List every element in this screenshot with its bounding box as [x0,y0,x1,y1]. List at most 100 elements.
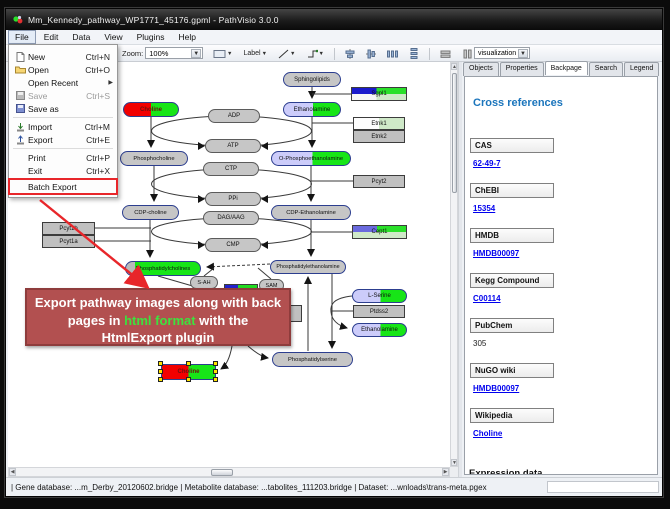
scroll-right-icon[interactable]: ▶ [442,468,449,476]
distribute-vertical-button[interactable] [406,46,422,61]
file-menu-export[interactable]: ExportCtrl+E [10,133,116,146]
visualization-combobox[interactable]: visualization ▼ [474,47,530,59]
pathway-node-cept1[interactable]: Cept1 [352,225,407,239]
xref-link[interactable]: HMDB00097 [473,249,519,258]
chevron-down-icon[interactable]: ▼ [290,51,295,57]
common-width-button[interactable] [437,47,454,61]
scroll-down-icon[interactable]: ▼ [451,459,457,466]
selection-handle[interactable] [158,361,163,366]
selection-handle[interactable] [186,361,191,366]
zoom-combobox[interactable]: 100% ▼ [145,47,203,59]
tab-properties[interactable]: Properties [500,62,544,76]
pathway-node-ptdss2[interactable]: Ptdss2 [353,305,405,318]
menubar-item-help[interactable]: Help [173,31,202,43]
file-menu-print[interactable]: PrintCtrl+P [10,151,116,164]
chevron-down-icon[interactable]: ▼ [319,51,324,57]
pathway-node-ethanolamine-top[interactable]: Ethanolamine [283,102,341,117]
pathway-node-pcyt1a[interactable]: Pcyt1a [42,235,95,248]
file-menu-new[interactable]: NewCtrl+N [10,50,116,63]
pathway-node-pcyt1b[interactable]: Pcyt1b [42,222,95,235]
file-menu-open-recent[interactable]: Open Recent▶ [10,76,116,89]
pathway-node-phosphatidylethanolamine[interactable]: Phosphatidylethanolamine [270,260,346,274]
selection-handle[interactable] [213,377,218,382]
selection-handle[interactable] [158,369,163,374]
status-text: | Gene database: ...m_Derby_20120602.bri… [11,483,487,492]
pathway-node-pcyt2[interactable]: Pcyt2 [353,175,405,188]
import-icon [13,122,28,132]
pathway-node-ethanolamine-lower[interactable]: Ethanolamine [352,323,407,337]
align-vertical-center-button[interactable] [363,47,379,61]
line-button[interactable]: ▼ [275,47,298,61]
scroll-up-icon[interactable]: ▲ [451,63,457,70]
pathway-node-choline-top[interactable]: Choline [123,102,179,117]
pathway-node-cdp-ethanolamine[interactable]: CDP-Ethanolamine [271,205,351,220]
xref-source-title: Kegg Compound [470,273,554,288]
selection-handle[interactable] [158,377,163,382]
pathway-node-etnk1[interactable]: Etnk1 [353,117,405,130]
menubar-item-file[interactable]: File [8,30,36,44]
file-menu-open[interactable]: OpenCtrl+O [10,63,116,76]
chevron-down-icon[interactable]: ▼ [518,49,528,58]
align-horizontal-center-button[interactable] [342,47,358,61]
backpage-content[interactable]: Cross references CAS62-49-7ChEBI15354HMD… [464,76,658,475]
xref-link[interactable]: Choline [473,429,502,438]
pathway-node-adp[interactable]: ADP [208,109,260,123]
menubar-item-plugins[interactable]: Plugins [131,31,171,43]
datanode-button[interactable]: ▼ [210,47,235,61]
xref-link[interactable]: 15354 [473,204,495,213]
xref-section-cas: CAS62-49-7 [470,138,650,171]
file-menu-batch-export[interactable]: Batch Export [10,180,116,193]
menubar-item-view[interactable]: View [98,31,128,43]
file-menu-item-label: Open Recent [28,78,78,88]
selection-handle[interactable] [213,369,218,374]
vertical-scroll-thumb[interactable] [452,73,457,193]
open-folder-icon [13,65,28,74]
tab-search[interactable]: Search [589,62,623,76]
chevron-down-icon[interactable]: ▼ [227,51,232,57]
connector-icon [307,49,318,59]
label-button[interactable]: Label▼ [240,48,270,59]
pathway-node-ctp[interactable]: CTP [203,162,259,176]
tab-objects[interactable]: Objects [463,62,499,76]
file-menu-exit[interactable]: ExitCtrl+X [10,164,116,177]
horizontal-scrollbar[interactable]: ◀ ▶ [8,467,450,477]
xref-link[interactable]: HMDB00097 [473,384,519,393]
chevron-down-icon[interactable]: ▼ [191,49,201,58]
pathway-node-sphingolipids[interactable]: Sphingolipids [283,72,341,87]
menu-separator [13,148,113,149]
chevron-down-icon[interactable]: ▼ [262,51,267,57]
tab-backpage[interactable]: Backpage [545,61,588,75]
pathway-node-cdp-choline[interactable]: CDP-choline [122,205,179,220]
file-menu-import[interactable]: ImportCtrl+M [10,120,116,133]
xref-link[interactable]: 62-49-7 [473,159,501,168]
toolbar-buttons: ▼Label▼▼▼ [210,46,476,61]
distribute-horizontal-button[interactable] [384,47,401,61]
file-menu-save-as[interactable]: Save as [10,102,116,115]
shortcut-label: Ctrl+N [86,52,110,62]
pathway-node-l-serine[interactable]: L-Serine [352,289,407,303]
selection-handle[interactable] [213,361,218,366]
tab-legend[interactable]: Legend [624,62,659,76]
horizontal-scroll-thumb[interactable] [211,469,233,476]
pathway-node-ppi[interactable]: PPi [205,192,261,206]
pathway-node-sgpl1[interactable]: Sgpl1 [351,87,407,101]
pathway-node-phosphatidylcholines[interactable]: Phosphatidylcholines [125,261,201,276]
scroll-left-icon[interactable]: ◀ [9,468,16,476]
menubar-item-edit[interactable]: Edit [38,31,65,43]
vertical-scrollbar[interactable]: ▲ ▼ [450,62,458,467]
pathway-node-o-phosphoethanolamine[interactable]: O-Phosphoethanolamine [271,151,351,166]
connector-button[interactable]: ▼ [304,47,327,61]
pathway-node-etnk2[interactable]: Etnk2 [353,130,405,143]
xref-link[interactable]: C00114 [473,294,501,303]
file-menu-save[interactable]: SaveCtrl+S [10,89,116,102]
menubar-item-data[interactable]: Data [66,31,96,43]
pathway-node-phosphatidylserine[interactable]: Phosphatidylserine [272,352,353,367]
pathway-node-atp[interactable]: ATP [205,139,261,153]
title-bar[interactable]: Mm_Kennedy_pathway_WP1771_45176.gpml - P… [6,9,662,30]
pathway-node-cmp[interactable]: CMP [205,238,261,252]
pathway-node-dag-aag[interactable]: DAG/AAG [203,211,259,225]
selection-handle[interactable] [186,377,191,382]
status-bar: | Gene database: ...m_Derby_20120602.bri… [6,477,662,496]
pathway-node-phosphocholine[interactable]: Phosphocholine [120,151,188,166]
callout-line2: pages in html format with the [27,312,289,330]
